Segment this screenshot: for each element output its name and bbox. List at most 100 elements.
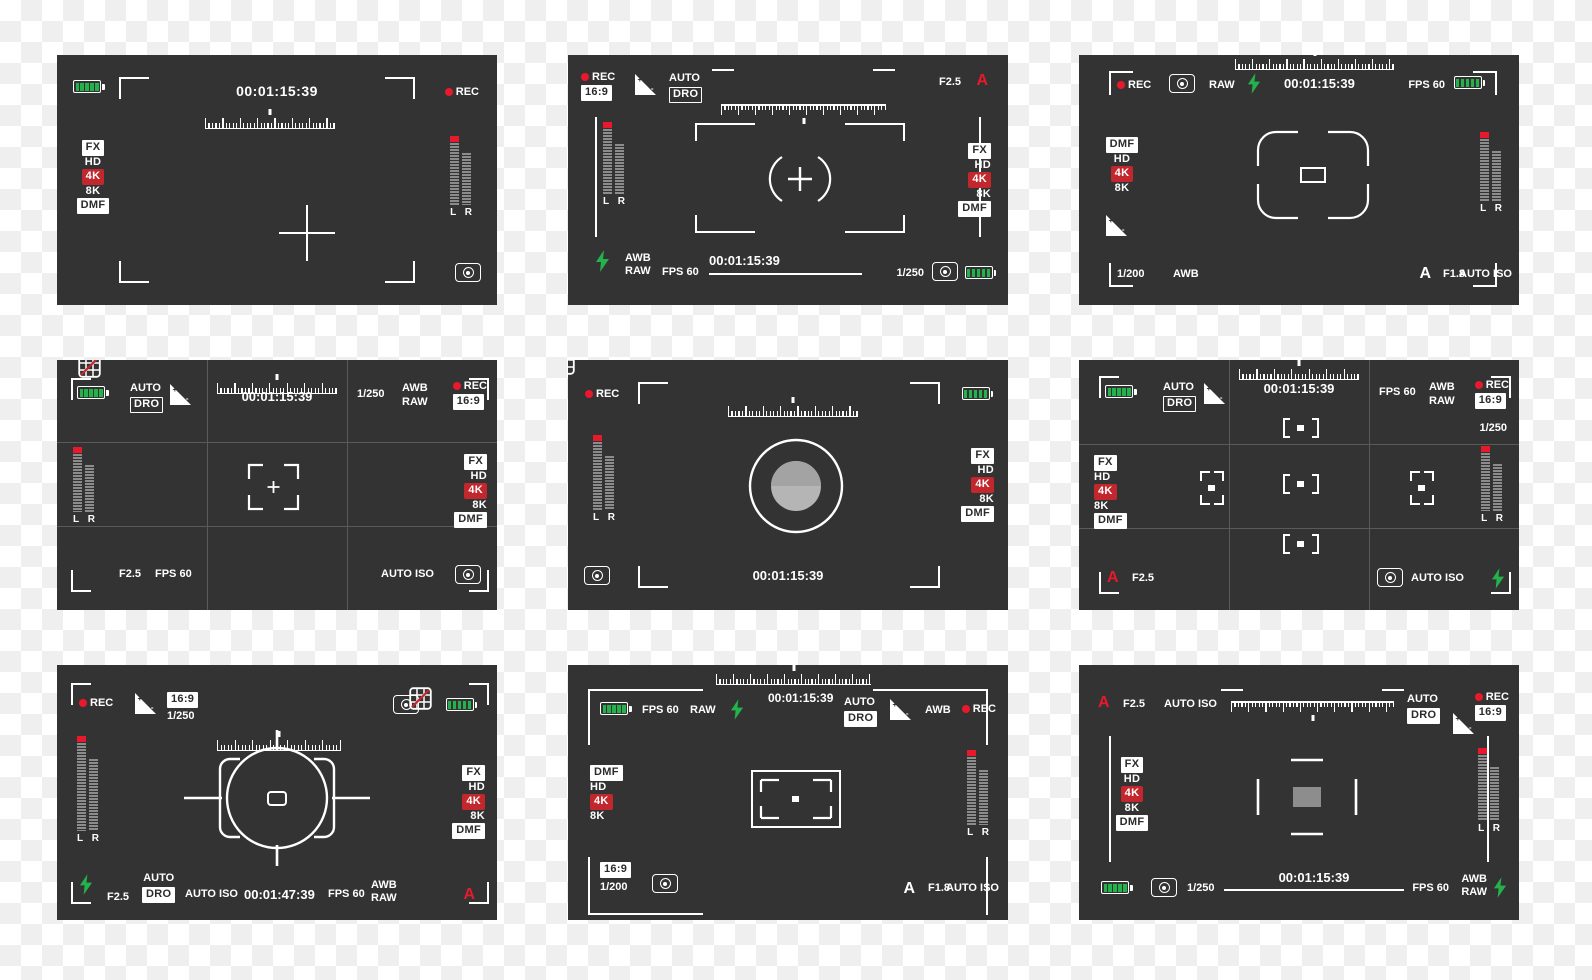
viewfinder-5[interactable]: REC L R FX HD 4K 8K DMF 00:01:15:39 [568, 360, 1008, 610]
resolution-stack[interactable]: FX HD 4K 8K DMF [1114, 757, 1150, 831]
wb-group[interactable]: AWB RAW [625, 252, 651, 280]
exposure-compensation-icon[interactable]: + - [135, 693, 156, 714]
res-8k[interactable]: 8K [86, 186, 101, 197]
resolution-stack[interactable]: FX HD 4K 8K DMF [451, 454, 487, 528]
resolution-stack[interactable]: FX HD 4K 8K DMF [75, 140, 111, 214]
res-4k[interactable]: 4K [1094, 484, 1117, 500]
exposure-compensation-icon[interactable]: + - [1106, 215, 1127, 236]
resolution-stack[interactable]: DMF HD 4K 8K [590, 765, 626, 822]
flash-icon[interactable] [595, 250, 610, 272]
ratio-shutter-group[interactable]: 16:9 1/200 [600, 862, 632, 895]
viewfinder-3[interactable]: REC RAW 00:01:15:39 FPS 60 DMF HD 4K 8K … [1079, 55, 1519, 305]
wb-group[interactable]: AWB RAW [1429, 381, 1455, 409]
res-8k[interactable]: 8K [979, 494, 994, 505]
res-8k[interactable]: 8K [472, 500, 487, 511]
dro-group[interactable]: AUTO DRO [130, 382, 164, 413]
exposure-compensation-icon[interactable]: + - [890, 699, 911, 720]
exposure-compensation-icon[interactable]: + - [1204, 383, 1225, 404]
resolution-stack[interactable]: DMF HD 4K 8K [1104, 137, 1140, 194]
viewfinder-9[interactable]: A F2.5 AUTO ISO AUTO DRO + - REC 16:9 FX … [1079, 665, 1519, 920]
viewfinder-2[interactable]: REC 16:9 + - AUTO DRO F2.5 A L R FX HD 4… [568, 55, 1008, 305]
res-4k[interactable]: 4K [464, 483, 487, 499]
resolution-stack[interactable]: FX HD 4K 8K DMF [1094, 455, 1130, 529]
resolution-stack[interactable]: FX HD 4K 8K DMF [449, 765, 485, 839]
res-dmf[interactable]: DMF [958, 201, 991, 217]
resolution-stack[interactable]: FX HD 4K 8K DMF [955, 143, 991, 217]
res-8k[interactable]: 8K [470, 811, 485, 822]
exposure-compensation-icon[interactable]: + - [170, 384, 191, 405]
metering-icon[interactable] [1151, 878, 1177, 897]
res-hd[interactable]: HD [85, 157, 102, 168]
res-4k[interactable]: 4K [1120, 786, 1144, 802]
grid-off-icon[interactable] [409, 687, 432, 710]
grid-off-icon[interactable] [568, 360, 575, 375]
res-fx[interactable]: FX [1094, 455, 1117, 471]
res-8k[interactable]: 8K [590, 811, 605, 822]
grid-off-icon[interactable] [78, 360, 101, 378]
res-fx[interactable]: FX [462, 765, 485, 781]
viewfinder-8[interactable]: FPS 60 RAW 00:01:15:39 AUTO DRO + - AWB R… [568, 665, 1008, 920]
res-fx[interactable]: FX [464, 454, 487, 470]
flash-icon[interactable] [79, 874, 93, 895]
aspect-ratio-badge[interactable]: 16:9 [1474, 705, 1506, 721]
dro-group[interactable]: AUTO DRO [142, 872, 176, 903]
res-4k[interactable]: 4K [971, 477, 994, 493]
res-hd[interactable]: HD [590, 782, 607, 793]
res-dmf[interactable]: DMF [452, 823, 485, 839]
res-dmf[interactable]: DMF [76, 198, 110, 214]
resolution-stack[interactable]: FX HD 4K 8K DMF [958, 448, 994, 522]
aspect-ratio-badge[interactable]: 16:9 [600, 862, 632, 879]
wb-group[interactable]: AWB RAW [402, 382, 428, 410]
res-4k[interactable]: 4K [81, 169, 105, 185]
metering-icon[interactable] [455, 263, 481, 282]
res-4k[interactable]: 4K [590, 794, 613, 810]
flash-icon[interactable] [730, 699, 744, 720]
exposure-compensation-icon[interactable]: + - [1453, 713, 1474, 734]
res-hd[interactable]: HD [469, 782, 486, 793]
aspect-ratio-badge[interactable]: 16:9 [167, 692, 199, 708]
res-dmf[interactable]: DMF [1105, 137, 1139, 153]
res-hd[interactable]: HD [975, 160, 992, 171]
viewfinder-6[interactable]: AUTO DRO + - 00:01:15:39 FPS 60 AWB RAW R… [1079, 360, 1519, 610]
flash-icon[interactable] [1493, 877, 1507, 898]
res-8k[interactable]: 8K [1115, 183, 1130, 194]
res-dmf[interactable]: DMF [1115, 815, 1149, 831]
exposure-compensation-icon[interactable]: + - [635, 74, 656, 95]
wb-group[interactable]: AWB RAW [1461, 873, 1487, 901]
dro-badge[interactable]: DRO [844, 710, 878, 727]
dro-group[interactable]: AUTO DRO [669, 72, 703, 103]
res-4k[interactable]: 4K [968, 172, 991, 188]
dro-badge[interactable]: DRO [142, 887, 176, 903]
res-hd[interactable]: HD [1114, 154, 1131, 165]
wb-group[interactable]: AWB RAW [371, 879, 397, 907]
viewfinder-7[interactable]: REC + - 16:9 1/250 L R FX HD 4K 8K DMF F… [57, 665, 497, 920]
metering-icon[interactable] [652, 874, 678, 893]
ratio-shutter-group[interactable]: 16:9 1/250 [167, 692, 199, 724]
res-8k[interactable]: 8K [976, 189, 991, 200]
aspect-ratio-badge[interactable]: 16:9 [581, 85, 613, 101]
viewfinder-4[interactable]: AUTO DRO + - 00:01:15:39 1/250 AWB RAW RE… [57, 360, 497, 610]
res-fx[interactable]: FX [1120, 757, 1144, 773]
res-hd[interactable]: HD [471, 471, 488, 482]
res-dmf[interactable]: DMF [1094, 513, 1127, 529]
res-hd[interactable]: HD [1124, 774, 1141, 785]
metering-icon[interactable] [1169, 74, 1195, 93]
dro-badge[interactable]: DRO [1407, 707, 1441, 724]
res-hd[interactable]: HD [978, 465, 995, 476]
metering-icon[interactable] [1377, 568, 1403, 587]
dro-group[interactable]: AUTO DRO [1407, 693, 1441, 724]
res-fx[interactable]: FX [81, 140, 105, 156]
res-fx[interactable]: FX [968, 143, 991, 159]
res-hd[interactable]: HD [1094, 472, 1111, 483]
res-dmf[interactable]: DMF [454, 512, 487, 528]
viewfinder-1[interactable]: 00:01:15:39 REC FX HD 4K 8K DMF L R [57, 55, 497, 305]
res-4k[interactable]: 4K [462, 794, 485, 810]
res-8k[interactable]: 8K [1094, 501, 1109, 512]
dro-badge[interactable]: DRO [669, 86, 703, 103]
flash-icon[interactable] [1247, 73, 1261, 94]
dro-badge[interactable]: DRO [1163, 395, 1197, 412]
res-8k[interactable]: 8K [1125, 803, 1140, 814]
res-dmf[interactable]: DMF [961, 506, 994, 522]
dro-badge[interactable]: DRO [130, 396, 164, 413]
dro-group[interactable]: AUTO DRO [844, 696, 878, 727]
